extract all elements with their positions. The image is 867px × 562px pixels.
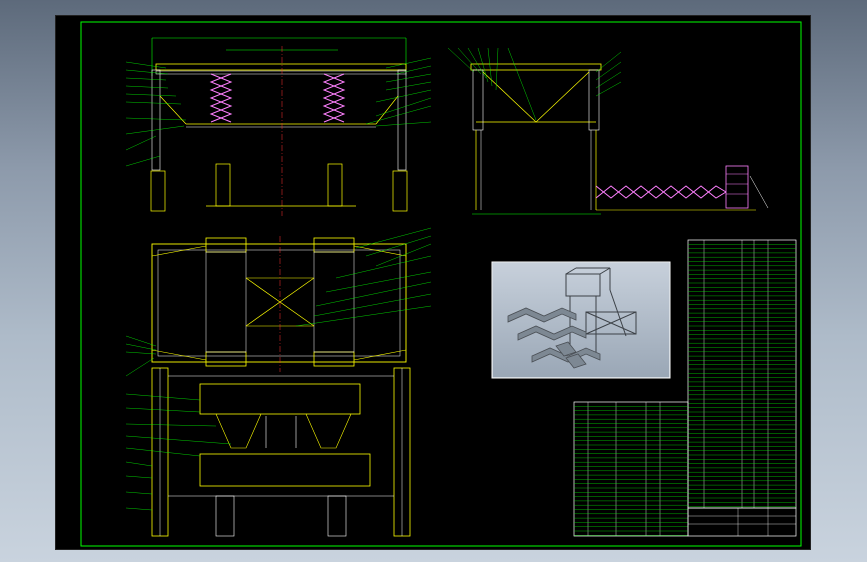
isometric-render xyxy=(491,261,671,379)
lower-section-view xyxy=(125,367,411,537)
drawing-frame xyxy=(80,21,802,547)
bill-of-materials-lower xyxy=(573,401,689,537)
plan-view xyxy=(125,227,432,377)
title-block xyxy=(687,507,797,537)
cad-drawing xyxy=(80,21,802,547)
front-elevation-view xyxy=(125,37,432,216)
bill-of-materials-upper xyxy=(687,239,797,509)
drawing-sheet xyxy=(55,15,811,550)
side-elevation-view xyxy=(447,47,769,215)
